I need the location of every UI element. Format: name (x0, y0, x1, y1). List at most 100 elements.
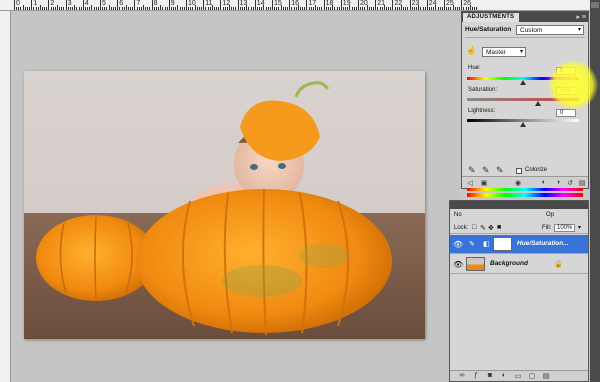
hue-slider-thumb[interactable] (520, 80, 526, 85)
ruler-minor-tick (428, 7, 430, 10)
layer-name[interactable]: Hue/Saturation... (517, 240, 569, 247)
ruler-major-tick (186, 0, 187, 10)
ruler-minor-tick (381, 7, 383, 10)
lightness-label: Lightness: (468, 108, 496, 114)
fx-icon[interactable]: ƒ (472, 372, 480, 380)
lightness-slider-thumb[interactable] (520, 122, 526, 127)
ruler-minor-tick (80, 7, 82, 10)
ruler-minor-tick (130, 7, 132, 10)
baby-pumpkin-photo[interactable] (24, 71, 425, 339)
eyedropper-plus-icon[interactable]: ✎ (482, 165, 490, 176)
preset-select[interactable]: Custom ▾ (516, 25, 584, 35)
eye-icon[interactable]: 👁 (453, 240, 463, 249)
hue-input[interactable]: 0 (556, 67, 576, 75)
trash-icon[interactable]: ▤ (542, 372, 550, 380)
ruler-minor-tick (405, 7, 407, 10)
ruler-minor-tick (205, 7, 207, 10)
channel-select[interactable]: Master ▾ (482, 47, 526, 57)
adjustments-bottom-bar: ◁ ▣ ◉ ◐ ◑ ↺ ▤ (462, 176, 588, 188)
brush-icon: ✎ (469, 241, 475, 248)
tab-adjustments[interactable]: ADJUSTMENTS (463, 13, 520, 22)
ruler-major-tick (117, 0, 119, 10)
ruler-left (0, 11, 11, 382)
ruler-minor-tick (321, 7, 323, 10)
ruler-minor-tick (41, 7, 43, 10)
ruler-minor-tick (190, 7, 192, 10)
ruler-minor-tick (439, 7, 441, 10)
ruler-minor-tick (24, 7, 26, 10)
ruler-minor-tick (170, 7, 172, 10)
ruler-minor-tick (448, 7, 450, 10)
ruler-minor-tick (246, 5, 248, 10)
ruler-minor-tick (315, 5, 316, 10)
ruler-minor-tick (149, 7, 151, 10)
ruler-minor-tick (469, 5, 471, 10)
new-layer-icon[interactable]: ▢ (528, 372, 536, 380)
ruler-minor-tick (441, 7, 443, 10)
ruler-minor-tick (291, 7, 293, 10)
ruler-major-tick (306, 0, 308, 10)
expand-view-icon[interactable]: ▣ (480, 179, 488, 187)
lock-transparent-icon[interactable]: □ (472, 224, 476, 231)
ruler-minor-tick (297, 5, 299, 10)
ruler-minor-tick (138, 7, 140, 10)
ruler-minor-tick (244, 7, 246, 10)
lightness-input[interactable]: 0 (556, 109, 576, 117)
ruler-minor-tick (450, 7, 452, 10)
saturation-slider-thumb[interactable] (535, 101, 541, 106)
ruler-minor-tick (263, 5, 265, 10)
new-group-icon[interactable]: ▭ (514, 372, 522, 380)
ruler-minor-tick (121, 7, 123, 10)
ruler-minor-tick (112, 7, 114, 10)
ruler-minor-tick (293, 7, 295, 10)
ruler-minor-tick (192, 7, 194, 10)
ruler-major-tick (134, 0, 136, 10)
link-layers-icon[interactable]: ∞ (458, 372, 466, 380)
new-adjustment-icon[interactable]: ◐ (500, 372, 508, 380)
visibility-toggle-icon[interactable]: ◐ (540, 179, 548, 187)
layer-thumbnail[interactable] (466, 257, 485, 271)
ruler-minor-tick (446, 7, 448, 10)
saturation-input[interactable]: +26 (556, 87, 578, 95)
chevron-down-icon[interactable]: ▾ (578, 224, 581, 231)
fill-input[interactable]: 100% (554, 224, 576, 232)
dock-collapse-icon[interactable] (591, 2, 599, 8)
lock-image-icon[interactable]: ✎ (480, 224, 486, 232)
layer-name[interactable]: Background (490, 260, 528, 267)
ruler-label: 3 (67, 0, 72, 7)
layer-mask-thumbnail[interactable] (493, 237, 512, 251)
ruler-minor-tick (26, 7, 28, 10)
ruler-minor-tick (383, 5, 385, 10)
add-mask-icon[interactable]: ◙ (486, 372, 494, 380)
lock-position-icon[interactable]: ✥ (488, 224, 494, 232)
panel-dock-strip (590, 0, 600, 382)
panel-menu-icon[interactable]: ▸ ≡ (576, 13, 586, 21)
ruler-minor-tick (22, 5, 24, 10)
colorize-label: Colorize (525, 167, 548, 173)
clip-to-layer-icon[interactable]: ◉ (514, 179, 522, 187)
ruler-minor-tick (416, 7, 418, 10)
eyedropper-minus-icon[interactable]: ✎ (496, 165, 504, 176)
ruler-minor-tick (87, 7, 89, 10)
ruler-label: 5 (102, 0, 106, 7)
view-previous-icon[interactable]: ◑ (554, 179, 562, 187)
ruler-minor-tick (252, 7, 254, 10)
ruler-minor-tick (37, 7, 39, 10)
lock-all-icon[interactable]: ■ (497, 224, 501, 231)
ruler-minor-tick (388, 7, 390, 10)
reset-icon[interactable]: ↺ (566, 179, 574, 187)
blend-mode-select[interactable]: No (454, 212, 462, 218)
eyedropper-icon[interactable]: ✎ (468, 165, 476, 176)
document-canvas[interactable] (11, 11, 460, 382)
layer-row-background[interactable]: 👁 Background 🔒 (450, 255, 588, 274)
saturation-slider[interactable] (467, 98, 579, 101)
trash-icon[interactable]: ▤ (578, 179, 586, 187)
eye-icon[interactable]: 👁 (453, 260, 463, 269)
ruler-major-tick (323, 0, 325, 10)
hand-target-icon[interactable]: ☝ (466, 46, 476, 56)
ruler-minor-tick (465, 7, 467, 10)
layer-row-hue-saturation[interactable]: 👁 ✎ ◧ Hue/Saturation... (450, 235, 588, 254)
colorize-checkbox[interactable] (516, 168, 522, 174)
ruler-minor-tick (366, 5, 368, 10)
return-to-list-icon[interactable]: ◁ (466, 179, 474, 187)
